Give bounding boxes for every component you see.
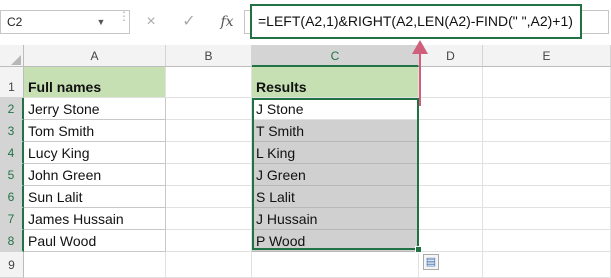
cell-e2[interactable]: [483, 98, 611, 120]
selection-border: [252, 98, 419, 250]
insert-function-icon[interactable]: fx: [213, 10, 241, 34]
row-header-2[interactable]: 2: [0, 98, 24, 120]
cell-e3[interactable]: [483, 120, 611, 142]
cell-b7[interactable]: [166, 208, 252, 230]
quick-analysis-icon[interactable]: ▤: [423, 254, 439, 270]
row-header-9[interactable]: 9: [0, 252, 24, 278]
cell-a1[interactable]: Full names: [24, 67, 166, 98]
row-header-1[interactable]: 1: [0, 67, 24, 98]
cell-e9[interactable]: [483, 252, 611, 278]
cell-d7[interactable]: [419, 208, 483, 230]
cell-e5[interactable]: [483, 164, 611, 186]
cell-a7[interactable]: James Hussain: [24, 208, 166, 230]
cell-a3[interactable]: Tom Smith: [24, 120, 166, 142]
cell-d1[interactable]: [419, 67, 483, 98]
cell-b5[interactable]: [166, 164, 252, 186]
select-all-triangle-icon: [11, 55, 21, 65]
row-header-4[interactable]: 4: [0, 142, 24, 164]
column-header-a[interactable]: A: [24, 45, 166, 67]
row-header-7[interactable]: 7: [0, 208, 24, 230]
cell-e1[interactable]: [483, 67, 611, 98]
cell-b4[interactable]: [166, 142, 252, 164]
row-header-8[interactable]: 8: [0, 230, 24, 252]
cell-d3[interactable]: [419, 120, 483, 142]
cell-c9[interactable]: [252, 252, 419, 278]
column-header-e[interactable]: E: [483, 45, 611, 67]
cell-a9[interactable]: [24, 252, 166, 278]
cell-a6[interactable]: Sun Lalit: [24, 186, 166, 208]
up-arrow-head-icon: [412, 40, 428, 54]
row-header-3[interactable]: 3: [0, 120, 24, 142]
cell-a5[interactable]: John Green: [24, 164, 166, 186]
cell-c1[interactable]: Results: [252, 67, 419, 98]
cell-e8[interactable]: [483, 230, 611, 252]
row-header-6[interactable]: 6: [0, 186, 24, 208]
row-header-5[interactable]: 5: [0, 164, 24, 186]
cell-b1[interactable]: [166, 67, 252, 98]
formula-bar-grip[interactable]: ⋮: [118, 10, 130, 31]
cancel-icon[interactable]: ×: [137, 10, 165, 34]
formula-input[interactable]: =LEFT(A2,1)&RIGHT(A2,LEN(A2)-FIND(" ",A2…: [250, 4, 582, 39]
column-header-b[interactable]: B: [166, 45, 252, 67]
cell-a8[interactable]: Paul Wood: [24, 230, 166, 252]
up-arrow-icon: [419, 50, 421, 106]
column-header-c[interactable]: C: [252, 45, 419, 67]
cell-a4[interactable]: Lucy King: [24, 142, 166, 164]
fill-handle[interactable]: [415, 246, 422, 253]
cell-b8[interactable]: [166, 230, 252, 252]
column-header-d[interactable]: D: [419, 45, 483, 67]
cell-d2[interactable]: [419, 98, 483, 120]
enter-icon[interactable]: ✓: [175, 10, 203, 34]
cell-b9[interactable]: [166, 252, 252, 278]
cell-b6[interactable]: [166, 186, 252, 208]
cell-e7[interactable]: [483, 208, 611, 230]
cell-d8[interactable]: [419, 230, 483, 252]
cell-e6[interactable]: [483, 186, 611, 208]
cell-d4[interactable]: [419, 142, 483, 164]
cell-b2[interactable]: [166, 98, 252, 120]
name-box[interactable]: C2: [0, 10, 130, 34]
cell-b3[interactable]: [166, 120, 252, 142]
chevron-down-icon[interactable]: ▼: [94, 14, 108, 30]
cell-d6[interactable]: [419, 186, 483, 208]
cell-d5[interactable]: [419, 164, 483, 186]
cell-a2[interactable]: Jerry Stone: [24, 98, 166, 120]
cell-e4[interactable]: [483, 142, 611, 164]
